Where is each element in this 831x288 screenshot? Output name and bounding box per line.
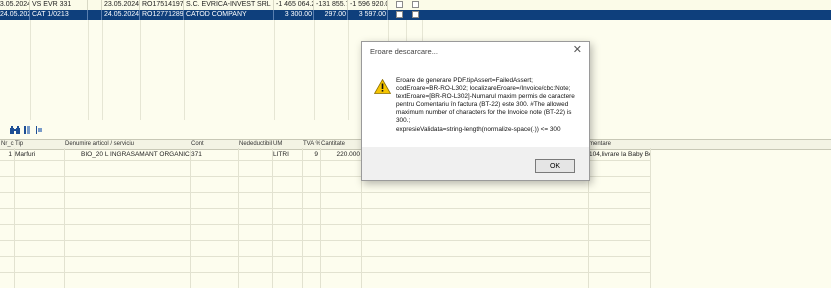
error-dialog: Eroare descarcare... ✕ Eroare de generar… xyxy=(361,41,590,181)
date-cell: 23.05.2024 xyxy=(0,0,30,10)
grid-line xyxy=(314,20,315,120)
ok-button[interactable]: OK xyxy=(535,159,575,173)
header-cantitate[interactable]: Cantitate xyxy=(320,140,361,149)
header-nedeductibil[interactable]: Nedeductibil xyxy=(238,140,272,149)
tva-cell: 9 xyxy=(314,151,318,158)
value-cell: 3 300.00 xyxy=(274,10,314,20)
dialog-message: Eroare de generare PDF.tipAssert=FailedA… xyxy=(396,77,575,133)
grid-line xyxy=(140,20,141,120)
checkbox[interactable] xyxy=(396,1,403,8)
grid-line xyxy=(64,148,65,288)
doc-cell: CAT 1/0213 xyxy=(30,10,88,20)
cantitate-cell: 220.000 xyxy=(336,151,361,158)
grid-line xyxy=(0,224,650,225)
close-icon[interactable]: ✕ xyxy=(573,44,582,56)
dialog-title: Eroare descarcare... xyxy=(370,47,438,56)
header-um[interactable]: UM xyxy=(272,140,302,149)
column-icon[interactable] xyxy=(24,126,30,134)
value-cell: -1 596 920.00 xyxy=(348,0,388,10)
value-cell: 297.00 xyxy=(314,10,348,20)
cont-cell: 371 xyxy=(191,151,202,158)
filter-icon[interactable] xyxy=(36,126,42,134)
grid-line xyxy=(320,148,321,288)
header-cont[interactable]: Cont xyxy=(190,140,238,149)
header-denumire[interactable]: Denumire articol / serviciu xyxy=(64,140,190,149)
empty-cell xyxy=(88,10,102,20)
value-cell: 3 597.00 xyxy=(348,10,388,20)
denumire-cell: BIO_20 L INGRASAMANT ORGANIC NAT xyxy=(81,151,190,158)
header-comentarii[interactable]: mentare xyxy=(588,140,650,149)
value-cell: -131 855.78 xyxy=(314,0,348,10)
table-row-selected[interactable]: 24.05.2024 CAT 1/0213 24.05.2024 RO12771… xyxy=(0,10,831,20)
empty-cell xyxy=(88,0,102,10)
grid-line xyxy=(102,20,103,120)
grid-line xyxy=(274,20,275,120)
grid-line xyxy=(238,148,239,288)
grid-line xyxy=(30,20,31,120)
grid-line xyxy=(650,148,651,288)
partner-cell: CATOD COMPANY xyxy=(184,10,274,20)
header-tva[interactable]: TVA % xyxy=(302,140,320,149)
grid-line xyxy=(0,256,650,257)
checkbox[interactable] xyxy=(412,1,419,8)
cui-cell: RO12771289 xyxy=(142,10,184,20)
warning-icon xyxy=(373,78,392,96)
tip-cell: Marfuri xyxy=(15,151,36,158)
grid-line xyxy=(272,148,273,288)
um-cell: LITRI xyxy=(273,151,289,158)
grid-line xyxy=(14,148,15,288)
grid-line xyxy=(0,208,650,209)
header-nr[interactable]: Nr_crt xyxy=(0,140,14,149)
date-cell: 23.05.2024 xyxy=(104,0,140,10)
checkbox[interactable] xyxy=(396,11,403,18)
grid-line xyxy=(0,240,650,241)
grid-line xyxy=(348,20,349,120)
dialog-footer: OK xyxy=(362,147,589,180)
nr-cell: 1 xyxy=(8,151,12,158)
value-cell: -1 465 064.22 xyxy=(274,0,314,10)
date-cell: 24.05.2024 xyxy=(104,10,140,20)
grid-line xyxy=(184,20,185,120)
grid-line xyxy=(190,148,191,288)
grid-line xyxy=(0,192,650,193)
checkbox[interactable] xyxy=(412,11,419,18)
date-cell: 24.05.2024 xyxy=(0,10,30,20)
binoculars-icon[interactable] xyxy=(10,126,20,134)
comentarii-cell: 104,livrare la Baby Be xyxy=(589,151,650,158)
grid-line xyxy=(0,272,650,273)
partner-cell: S.C. EVRICA-INVEST SRL xyxy=(184,0,274,10)
grid-line xyxy=(88,20,89,120)
header-tip[interactable]: Tip xyxy=(14,140,64,149)
doc-cell: VS EVR 331 xyxy=(30,0,88,10)
cui-cell: RO17514197 xyxy=(142,0,184,10)
grid-line xyxy=(302,148,303,288)
